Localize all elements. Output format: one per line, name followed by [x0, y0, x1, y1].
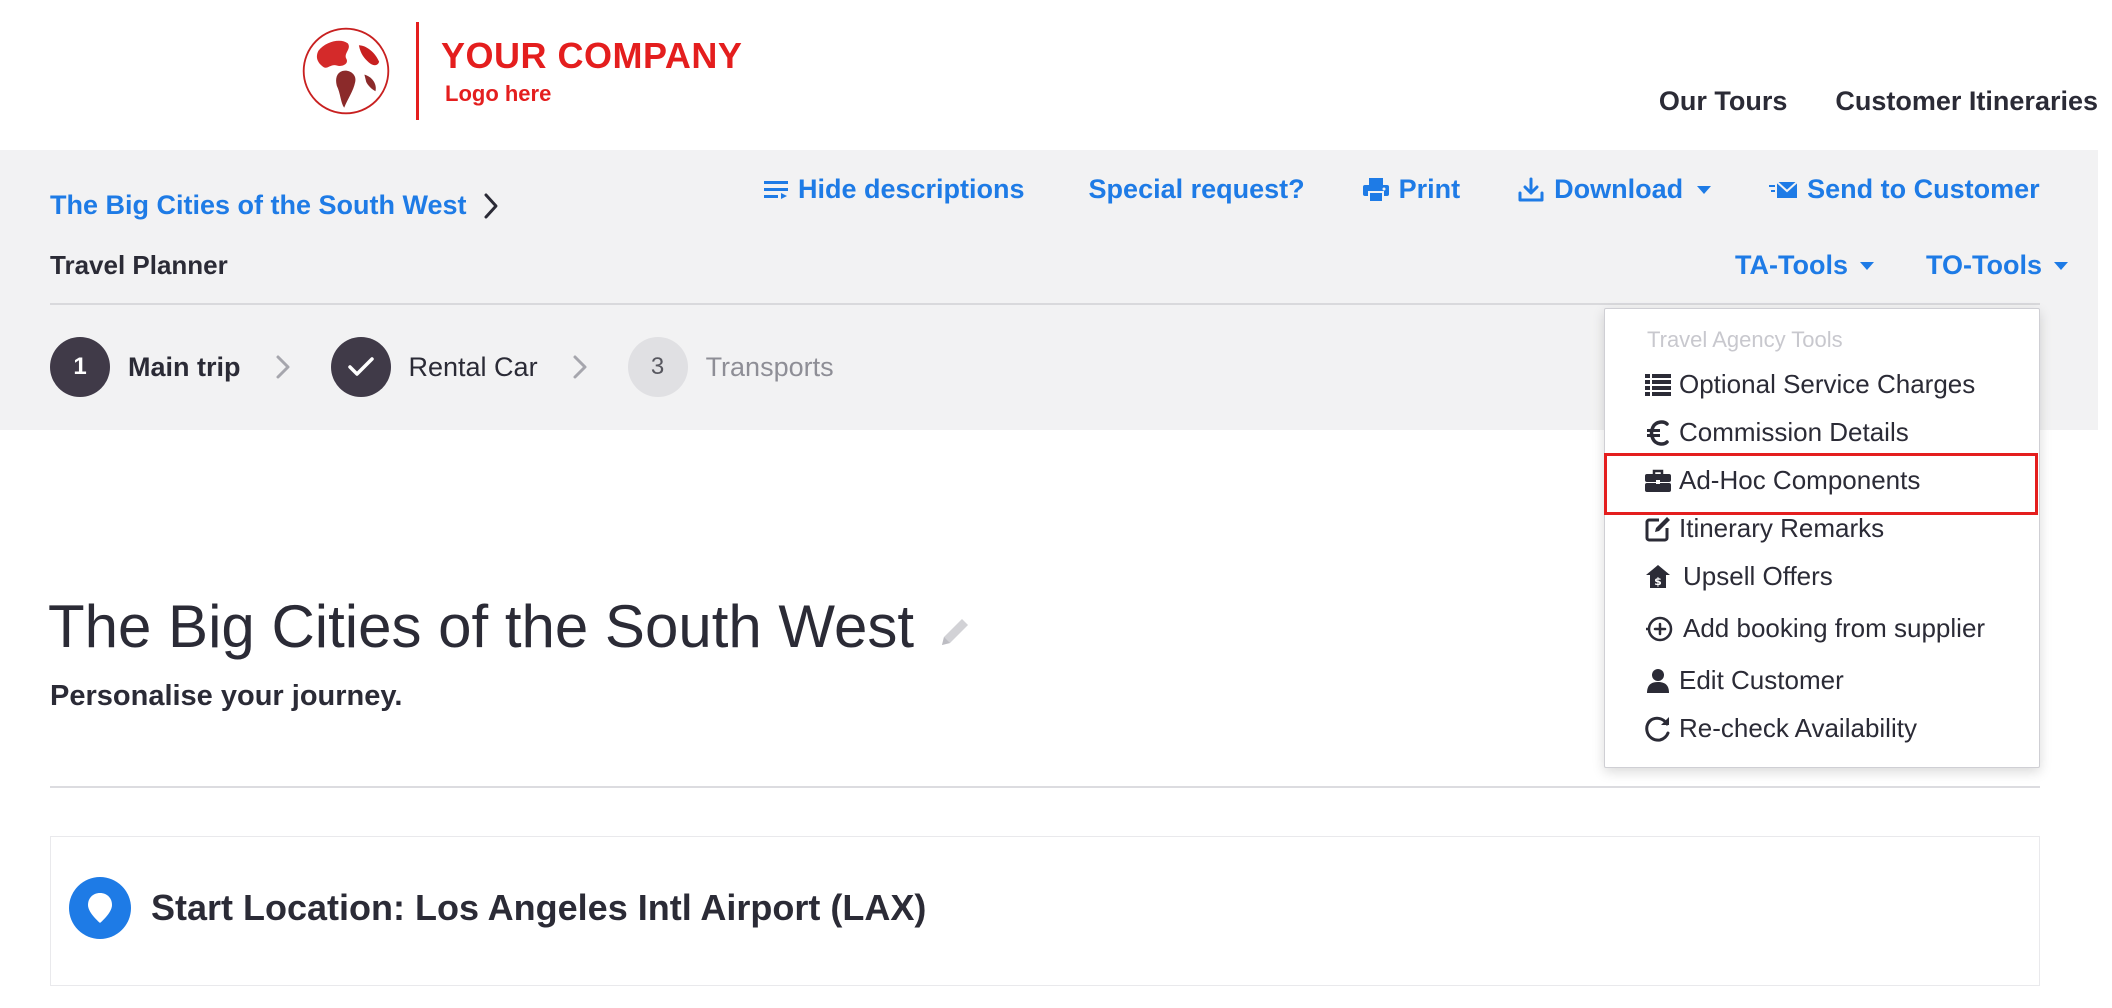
send-mail-icon	[1769, 180, 1798, 198]
chevron-right-icon	[484, 193, 498, 218]
menu-item-recheck-availability[interactable]: Re-check Availability	[1645, 713, 1917, 744]
lines-icon	[764, 180, 788, 199]
refresh-icon	[1645, 716, 1671, 742]
site-header: YOUR COMPANY Logo here Our Tours Custome…	[0, 0, 2112, 150]
tools-menus: TA-Tools TO-Tools	[1735, 250, 2068, 281]
page-subtitle: Personalise your journey.	[50, 680, 403, 712]
caret-down-icon	[1697, 185, 1712, 194]
step-number-badge: 3	[627, 337, 688, 397]
edit-icon	[1645, 516, 1671, 542]
checkmark-icon	[347, 357, 374, 376]
download-dropdown[interactable]: Download	[1518, 174, 1712, 205]
start-location-card: Start Location: Los Angeles Intl Airport…	[50, 836, 2040, 986]
step-rental-car[interactable]: Rental Car	[330, 337, 538, 397]
travel-planner-label: Travel Planner	[50, 250, 228, 280]
special-request-label: Special request?	[1088, 174, 1305, 204]
svg-text:$: $	[1654, 575, 1662, 588]
start-location-text: Start Location: Los Angeles Intl Airport…	[151, 887, 927, 928]
company-logo[interactable]: YOUR COMPANY Logo here	[300, 22, 742, 120]
step-label: Rental Car	[408, 351, 538, 382]
step-label: Main trip	[128, 351, 241, 382]
start-location-row: Start Location: Los Angeles Intl Airport…	[69, 877, 926, 939]
chevron-right-icon	[276, 355, 289, 379]
upsell-icon: $	[1645, 564, 1671, 590]
planner-actions: Hide descriptions Special request? Print…	[764, 174, 2040, 205]
highlight-box	[1604, 453, 2038, 515]
nav-our-tours[interactable]: Our Tours	[1659, 86, 1788, 117]
logo-tagline: Logo here	[445, 81, 552, 106]
ta-tools-menu: Travel Agency Tools Optional Service Cha…	[1604, 308, 2040, 768]
caret-down-icon	[1860, 261, 1874, 270]
menu-item-label: Re-check Availability	[1679, 713, 1917, 743]
menu-item-add-booking-from-supplier[interactable]: Add booking from supplier	[1645, 613, 1985, 644]
menu-item-itinerary-remarks[interactable]: Itinerary Remarks	[1645, 513, 1884, 544]
logo-divider	[416, 22, 419, 120]
menu-item-label: Upsell Offers	[1683, 561, 1833, 591]
map-pin-icon	[69, 877, 131, 939]
to-tools-dropdown[interactable]: TO-Tools	[1926, 250, 2068, 281]
menu-item-label: Itinerary Remarks	[1679, 513, 1885, 543]
breadcrumb: The Big Cities of the South West	[50, 190, 501, 221]
special-request-button[interactable]: Special request?	[1089, 174, 1305, 205]
pencil-icon[interactable]	[938, 615, 972, 649]
menu-item-edit-customer[interactable]: Edit Customer	[1645, 665, 1844, 696]
download-icon	[1518, 177, 1544, 201]
main-nav: Our Tours Customer Itineraries	[1659, 86, 2098, 117]
send-to-customer-label: Send to Customer	[1807, 174, 2040, 204]
print-label: Print	[1398, 174, 1461, 204]
globe-icon	[302, 27, 390, 115]
print-button[interactable]: Print	[1362, 174, 1461, 205]
nav-customer-itineraries[interactable]: Customer Itineraries	[1835, 86, 2098, 117]
step-label: Transports	[705, 351, 834, 382]
ta-tools-label: TA-Tools	[1735, 250, 1848, 280]
euro-icon	[1645, 419, 1671, 446]
step-number-badge: 1	[50, 337, 110, 397]
send-to-customer-button[interactable]: Send to Customer	[1769, 174, 2040, 205]
divider	[50, 303, 2040, 305]
download-label: Download	[1554, 174, 1684, 204]
logo-text: YOUR COMPANY Logo here	[441, 35, 742, 107]
list-icon	[1645, 372, 1671, 398]
menu-item-label: Optional Service Charges	[1679, 369, 1976, 399]
menu-item-optional-service-charges[interactable]: Optional Service Charges	[1645, 369, 1975, 400]
hide-descriptions-label: Hide descriptions	[798, 174, 1025, 204]
menu-header: Travel Agency Tools	[1647, 327, 1843, 352]
logo-company-name: YOUR COMPANY	[441, 35, 743, 76]
booking-steps: 1 Main trip Rental Car 3 Transports	[50, 337, 834, 397]
step-completed-badge	[330, 337, 391, 397]
caret-down-icon	[2054, 261, 2068, 270]
menu-item-label: Edit Customer	[1679, 665, 1844, 695]
step-main-trip[interactable]: 1 Main trip	[50, 337, 241, 397]
user-icon	[1645, 668, 1671, 694]
menu-item-commission-details[interactable]: Commission Details	[1645, 417, 1909, 448]
menu-item-label: Add booking from supplier	[1683, 613, 1986, 643]
step-transports[interactable]: 3 Transports	[627, 337, 834, 397]
menu-item-label: Commission Details	[1679, 417, 1909, 447]
divider	[50, 786, 2040, 788]
breadcrumb-trip-link[interactable]: The Big Cities of the South West	[50, 190, 467, 221]
to-tools-label: TO-Tools	[1926, 250, 2042, 280]
ta-tools-dropdown[interactable]: TA-Tools	[1735, 250, 1874, 281]
hide-descriptions-button[interactable]: Hide descriptions	[764, 174, 1025, 205]
menu-item-upsell-offers[interactable]: $ Upsell Offers	[1645, 561, 1833, 592]
add-booking-icon	[1645, 616, 1675, 642]
page-title: The Big Cities of the South West	[48, 593, 914, 660]
page-title-row: The Big Cities of the South West	[48, 592, 972, 661]
printer-icon	[1362, 177, 1389, 202]
chevron-right-icon	[573, 355, 587, 379]
